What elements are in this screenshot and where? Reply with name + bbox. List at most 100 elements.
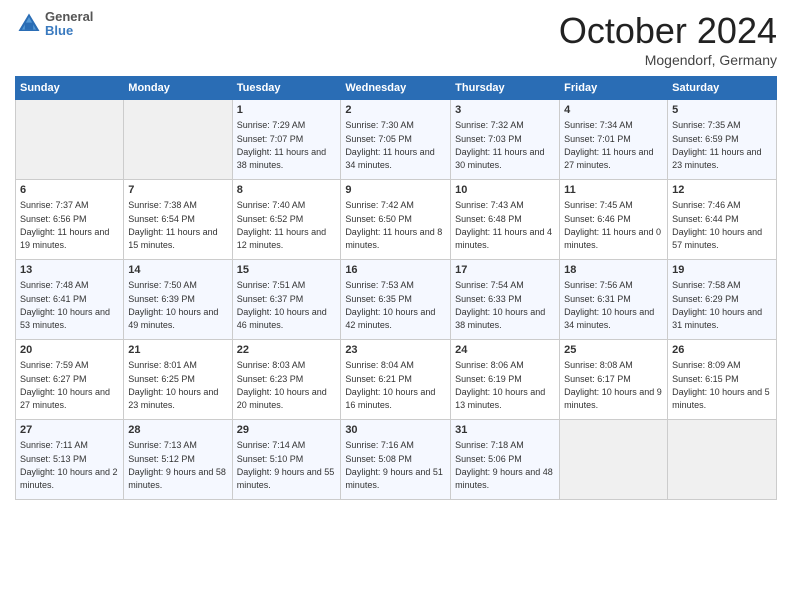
day-info: Sunrise: 8:04 AMSunset: 6:21 PMDaylight:… [345,360,435,410]
day-of-week-header: Monday [124,77,232,100]
day-number: 7 [128,183,227,198]
day-info: Sunrise: 7:59 AMSunset: 6:27 PMDaylight:… [20,360,110,410]
day-info: Sunrise: 7:14 AMSunset: 5:10 PMDaylight:… [237,440,335,490]
calendar-cell: 31Sunrise: 7:18 AMSunset: 5:06 PMDayligh… [451,420,560,500]
day-info: Sunrise: 7:54 AMSunset: 6:33 PMDaylight:… [455,280,545,330]
day-info: Sunrise: 7:30 AMSunset: 7:05 PMDaylight:… [345,120,434,170]
day-number: 6 [20,183,119,198]
days-header-row: SundayMondayTuesdayWednesdayThursdayFrid… [16,77,777,100]
day-info: Sunrise: 7:32 AMSunset: 7:03 PMDaylight:… [455,120,544,170]
day-number: 13 [20,263,119,278]
day-number: 18 [564,263,663,278]
day-info: Sunrise: 7:45 AMSunset: 6:46 PMDaylight:… [564,200,661,250]
calendar-cell [16,100,124,180]
day-info: Sunrise: 7:50 AMSunset: 6:39 PMDaylight:… [128,280,218,330]
day-number: 17 [455,263,555,278]
logo-blue: Blue [45,24,93,38]
calendar-cell: 8 Sunrise: 7:40 AMSunset: 6:52 PMDaylight… [232,180,341,260]
day-info: Sunrise: 7:34 AMSunset: 7:01 PMDaylight:… [564,120,653,170]
day-info: Sunrise: 7:35 AMSunset: 6:59 PMDaylight:… [672,120,761,170]
calendar-cell: 14 Sunrise: 7:50 AMSunset: 6:39 PMDayligh… [124,260,232,340]
calendar-cell: 29 Sunrise: 7:14 AMSunset: 5:10 PMDayligh… [232,420,341,500]
day-number: 8 [237,183,337,198]
day-of-week-header: Sunday [16,77,124,100]
calendar-cell: 11 Sunrise: 7:45 AMSunset: 6:46 PMDayligh… [560,180,668,260]
day-info: Sunrise: 7:16 AMSunset: 5:08 PMDaylight:… [345,440,443,490]
calendar-cell: 21 Sunrise: 8:01 AMSunset: 6:25 PMDayligh… [124,340,232,420]
day-info: Sunrise: 7:29 AMSunset: 7:07 PMDaylight:… [237,120,326,170]
calendar-cell: 6 Sunrise: 7:37 AMSunset: 6:56 PMDaylight… [16,180,124,260]
calendar-cell: 20 Sunrise: 7:59 AMSunset: 6:27 PMDayligh… [16,340,124,420]
calendar-week-row: 6 Sunrise: 7:37 AMSunset: 6:56 PMDaylight… [16,180,777,260]
day-info: Sunrise: 7:53 AMSunset: 6:35 PMDaylight:… [345,280,435,330]
logo-general: General [45,10,93,24]
day-number: 19 [672,263,772,278]
day-info: Sunrise: 7:58 AMSunset: 6:29 PMDaylight:… [672,280,762,330]
day-number: 9 [345,183,446,198]
day-of-week-header: Tuesday [232,77,341,100]
calendar-cell: 16 Sunrise: 7:53 AMSunset: 6:35 PMDayligh… [341,260,451,340]
day-number: 31 [455,423,555,438]
calendar-cell: 18Sunrise: 7:56 AMSunset: 6:31 PMDayligh… [560,260,668,340]
calendar-week-row: 20 Sunrise: 7:59 AMSunset: 6:27 PMDayligh… [16,340,777,420]
calendar-cell: 25Sunrise: 8:08 AMSunset: 6:17 PMDayligh… [560,340,668,420]
calendar-cell: 27 Sunrise: 7:11 AMSunset: 5:13 PMDayligh… [16,420,124,500]
calendar-cell: 22 Sunrise: 8:03 AMSunset: 6:23 PMDayligh… [232,340,341,420]
day-info: Sunrise: 8:09 AMSunset: 6:15 PMDaylight:… [672,360,770,410]
day-number: 25 [564,343,663,358]
calendar-cell: 12 Sunrise: 7:46 AMSunset: 6:44 PMDayligh… [668,180,777,260]
day-number: 27 [20,423,119,438]
calendar-cell [124,100,232,180]
day-number: 23 [345,343,446,358]
day-info: Sunrise: 7:11 AMSunset: 5:13 PMDaylight:… [20,440,118,490]
day-info: Sunrise: 7:37 AMSunset: 6:56 PMDaylight:… [20,200,109,250]
day-number: 1 [237,103,337,118]
calendar-cell: 28 Sunrise: 7:13 AMSunset: 5:12 PMDayligh… [124,420,232,500]
day-info: Sunrise: 7:46 AMSunset: 6:44 PMDaylight:… [672,200,762,250]
month-title: October 2024 [559,10,777,52]
day-number: 24 [455,343,555,358]
calendar-cell: 3 Sunrise: 7:32 AMSunset: 7:03 PMDaylight… [451,100,560,180]
day-number: 5 [672,103,772,118]
day-number: 22 [237,343,337,358]
calendar-cell: 9Sunrise: 7:42 AMSunset: 6:50 PMDaylight… [341,180,451,260]
calendar-cell: 5 Sunrise: 7:35 AMSunset: 6:59 PMDaylight… [668,100,777,180]
calendar-container: General Blue October 2024 Mogendorf, Ger… [0,0,792,510]
calendar-cell: 15Sunrise: 7:51 AMSunset: 6:37 PMDayligh… [232,260,341,340]
day-number: 20 [20,343,119,358]
logo: General Blue [15,10,93,39]
calendar-cell: 10Sunrise: 7:43 AMSunset: 6:48 PMDayligh… [451,180,560,260]
day-info: Sunrise: 7:40 AMSunset: 6:52 PMDaylight:… [237,200,326,250]
calendar-cell [560,420,668,500]
day-number: 3 [455,103,555,118]
day-info: Sunrise: 7:48 AMSunset: 6:41 PMDaylight:… [20,280,110,330]
header: General Blue October 2024 Mogendorf, Ger… [15,10,777,68]
day-info: Sunrise: 8:03 AMSunset: 6:23 PMDaylight:… [237,360,327,410]
day-number: 29 [237,423,337,438]
day-info: Sunrise: 7:13 AMSunset: 5:12 PMDaylight:… [128,440,226,490]
day-number: 11 [564,183,663,198]
day-number: 12 [672,183,772,198]
calendar-cell: 24 Sunrise: 8:06 AMSunset: 6:19 PMDayligh… [451,340,560,420]
day-info: Sunrise: 8:06 AMSunset: 6:19 PMDaylight:… [455,360,545,410]
day-number: 16 [345,263,446,278]
day-number: 21 [128,343,227,358]
day-of-week-header: Friday [560,77,668,100]
day-info: Sunrise: 8:01 AMSunset: 6:25 PMDaylight:… [128,360,218,410]
calendar-cell: 26Sunrise: 8:09 AMSunset: 6:15 PMDayligh… [668,340,777,420]
calendar-week-row: 13 Sunrise: 7:48 AMSunset: 6:41 PMDayligh… [16,260,777,340]
calendar-table: SundayMondayTuesdayWednesdayThursdayFrid… [15,76,777,500]
day-number: 30 [345,423,446,438]
logo-text: General Blue [45,10,93,39]
day-number: 14 [128,263,227,278]
day-number: 15 [237,263,337,278]
calendar-cell: 19 Sunrise: 7:58 AMSunset: 6:29 PMDayligh… [668,260,777,340]
calendar-cell: 2 Sunrise: 7:30 AMSunset: 7:05 PMDaylight… [341,100,451,180]
calendar-cell: 7Sunrise: 7:38 AMSunset: 6:54 PMDaylight… [124,180,232,260]
day-info: Sunrise: 7:43 AMSunset: 6:48 PMDaylight:… [455,200,552,250]
calendar-cell [668,420,777,500]
day-of-week-header: Thursday [451,77,560,100]
calendar-cell: 13 Sunrise: 7:48 AMSunset: 6:41 PMDayligh… [16,260,124,340]
day-number: 2 [345,103,446,118]
day-number: 28 [128,423,227,438]
